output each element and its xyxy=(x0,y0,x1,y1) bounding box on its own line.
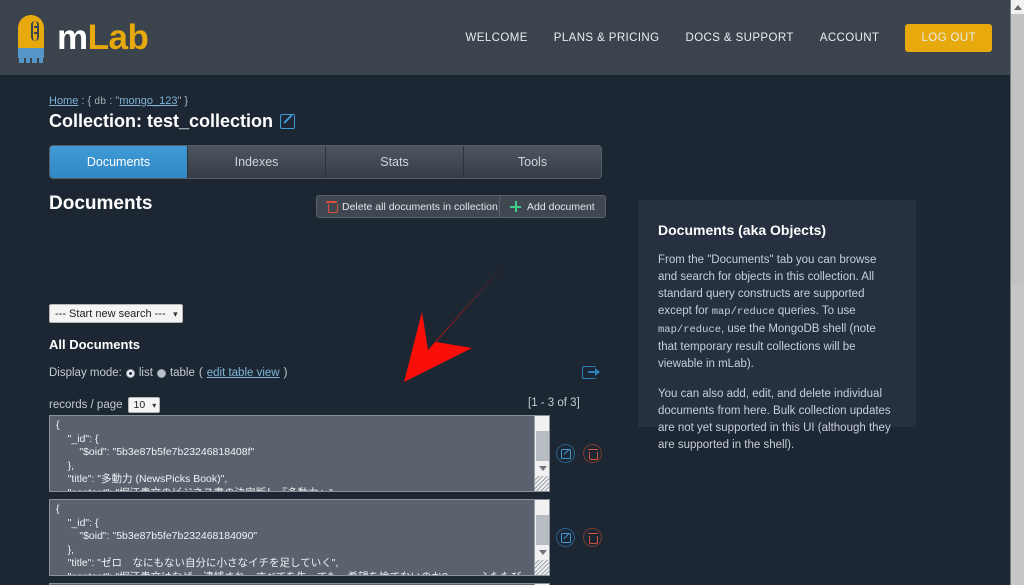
page-content: Home : { db : "mongo_123" } Collection: … xyxy=(0,75,1010,585)
delete-document-icon[interactable] xyxy=(583,444,602,463)
delete-all-documents-button[interactable]: Delete all documents in collection xyxy=(316,195,509,218)
tab-tools-label: Tools xyxy=(517,155,548,169)
tab-tools[interactable]: Tools xyxy=(464,146,601,178)
logo-text: mLab xyxy=(57,17,149,58)
page-title-text: Collection: test_collection xyxy=(49,111,274,131)
breadcrumb-db-key: db xyxy=(94,97,107,108)
start-new-search-value: --- Start new search --- xyxy=(55,308,166,320)
doc-line: "title": "多動力 (NewsPicks Book)", xyxy=(56,473,228,485)
window-scroll-up-icon[interactable] xyxy=(1011,0,1024,14)
help-panel: Documents (aka Objects) From the "Docume… xyxy=(638,200,916,451)
help-p1-code2: map/reduce xyxy=(658,324,722,336)
logo-lab: Lab xyxy=(87,17,149,57)
record-range-label: [1 - 3 of 3] xyxy=(528,397,580,409)
tab-stats-label: Stats xyxy=(380,155,409,169)
add-document-button[interactable]: Add document xyxy=(499,195,606,218)
window-scroll-thumb[interactable] xyxy=(1011,14,1024,284)
collection-tabs: Documents Indexes Stats Tools xyxy=(49,145,602,179)
doc-line: "_id": { xyxy=(56,432,99,445)
doc-line: { xyxy=(56,419,60,431)
records-per-page-label: records / page xyxy=(49,399,123,411)
breadcrumb-mid: : " xyxy=(106,95,120,107)
help-p1-code1: map/reduce xyxy=(711,306,775,318)
doc-line: "title": "ゼロ なにもない自分に小さなイチを足していく", xyxy=(56,557,339,569)
start-new-search-select[interactable]: --- Start new search --- xyxy=(49,304,183,323)
scroll-thumb[interactable] xyxy=(536,431,549,461)
doc-line: "$oid": "5b3e87b5fe7b232468184090" xyxy=(56,530,258,542)
delete-all-documents-label: Delete all documents in collection xyxy=(342,200,498,213)
help-panel-paragraph-2: You can also add, edit, and delete indiv… xyxy=(658,388,891,451)
resize-grip[interactable] xyxy=(535,476,549,491)
nav-item-account[interactable]: ACCOUNT xyxy=(820,32,880,44)
plus-icon xyxy=(510,201,521,212)
doc-line: }, xyxy=(56,459,75,472)
page-title: Collection: test_collection xyxy=(49,111,296,132)
tab-indexes[interactable]: Indexes xyxy=(188,146,326,178)
doc-line: "content": "堀江貴文のビジネス書の決定版！『多動力』", xyxy=(56,487,336,492)
doc-line: "$oid": "5b3e87b5fe7b23246818408f" xyxy=(56,446,255,458)
breadcrumb-db-name[interactable]: mongo_123 xyxy=(119,95,177,107)
records-per-page-row: records / page 10 xyxy=(49,397,161,413)
help-p1-b: queries. To use xyxy=(774,305,856,317)
resize-grip[interactable] xyxy=(535,560,549,575)
document-scrollbar[interactable] xyxy=(534,416,549,491)
page-root: mLab WELCOME PLANS & PRICING DOCS & SUPP… xyxy=(0,0,1024,585)
records-per-page-select[interactable]: 10 xyxy=(127,397,161,413)
documents-heading: Documents xyxy=(49,193,153,214)
document-box[interactable]: { "_id": { "$oid": "5b3e87b5fe7b23246818… xyxy=(49,415,550,492)
display-mode-table-label: table xyxy=(169,367,195,379)
trash-icon xyxy=(326,201,338,213)
export-icon[interactable] xyxy=(582,366,600,379)
nav-item-welcome[interactable]: WELCOME xyxy=(466,32,528,44)
paren-close: ) xyxy=(283,367,288,379)
breadcrumb-sep: : { xyxy=(78,95,95,107)
tab-stats[interactable]: Stats xyxy=(326,146,464,178)
help-panel-title: Documents (aka Objects) xyxy=(658,222,827,238)
doc-line: "_id": { xyxy=(56,516,99,529)
help-panel-paragraph-1: From the "Documents" tab you can browse … xyxy=(658,252,896,373)
display-mode-label: Display mode: xyxy=(49,367,122,379)
document-box[interactable]: { "_id": { "$oid": "5b3e87b5fe7b23246818… xyxy=(49,499,550,576)
edit-collection-name-icon[interactable] xyxy=(280,114,296,129)
tab-indexes-label: Indexes xyxy=(234,155,279,169)
logout-button[interactable]: LOG OUT xyxy=(905,23,992,52)
edit-table-view-link[interactable]: edit table view xyxy=(207,367,280,379)
document-scrollbar[interactable] xyxy=(534,500,549,575)
breadcrumb: Home : { db : "mongo_123" } xyxy=(49,95,188,108)
tab-documents-label: Documents xyxy=(86,155,151,169)
tab-documents[interactable]: Documents xyxy=(50,146,188,178)
doc-line: "content": "堀江貴文はなぜ、逮捕され、すべてを失っても、希望を捨てな… xyxy=(56,571,522,576)
main-nav: WELCOME PLANS & PRICING DOCS & SUPPORT A… xyxy=(440,23,992,52)
logo-m: m xyxy=(57,17,88,57)
records-per-page-value: 10 xyxy=(133,399,146,411)
display-mode-row: Display mode: list table ( edit table vie… xyxy=(49,367,287,379)
scroll-down-icon[interactable] xyxy=(535,545,549,559)
display-mode-table-radio[interactable] xyxy=(156,368,166,378)
window-scrollbar[interactable] xyxy=(1010,0,1024,585)
display-mode-list-radio[interactable] xyxy=(125,368,135,378)
document-actions xyxy=(556,528,602,547)
paren-open: ( xyxy=(198,367,203,379)
vacuum-tube-icon xyxy=(14,14,48,63)
site-header: mLab WELCOME PLANS & PRICING DOCS & SUPP… xyxy=(0,0,1010,75)
doc-line: }, xyxy=(56,543,75,556)
display-mode-list-label: list xyxy=(138,367,153,379)
edit-document-icon[interactable] xyxy=(556,444,575,463)
nav-item-plans-pricing[interactable]: PLANS & PRICING xyxy=(554,32,660,44)
breadcrumb-end: " } xyxy=(177,95,189,107)
document-actions xyxy=(556,444,602,463)
scroll-thumb[interactable] xyxy=(536,515,549,545)
delete-document-icon[interactable] xyxy=(583,528,602,547)
nav-item-docs-support[interactable]: DOCS & SUPPORT xyxy=(685,32,793,44)
edit-document-icon[interactable] xyxy=(556,528,575,547)
add-document-label: Add document xyxy=(527,200,595,213)
mlab-logo[interactable]: mLab xyxy=(14,14,149,63)
doc-line: { xyxy=(56,503,60,515)
scroll-down-icon[interactable] xyxy=(535,461,549,475)
breadcrumb-home[interactable]: Home xyxy=(49,95,78,107)
all-documents-heading: All Documents xyxy=(49,337,141,352)
